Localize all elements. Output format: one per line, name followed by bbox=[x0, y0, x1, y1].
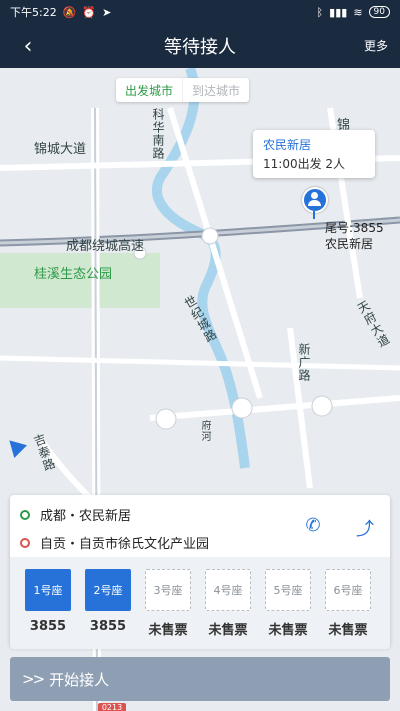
origin-row: 成都・农民新居 bbox=[20, 505, 131, 524]
title-bar: ‹ 等待接人 更多 bbox=[0, 24, 400, 68]
wifi-icon: ≋ bbox=[353, 5, 363, 19]
battery-indicator: 90 bbox=[368, 6, 390, 18]
passenger-marker-label: 尾号:3855 农民新居 bbox=[325, 220, 384, 252]
origin-text: 成都・农民新居 bbox=[40, 509, 132, 524]
chevron-left-icon[interactable]: ‹ bbox=[14, 32, 42, 60]
city-tabs: 出发城市 到达城市 bbox=[116, 78, 250, 102]
popup-info: 11:00出发 2人 bbox=[263, 157, 346, 171]
bluetooth-icon: ᛒ bbox=[316, 5, 324, 19]
origin-dot-icon bbox=[20, 509, 30, 520]
location-status-icon: ➤ bbox=[102, 5, 112, 19]
map-label-xingang-road: 新广路 bbox=[297, 343, 311, 382]
tail-number: 尾号:3855 bbox=[325, 221, 384, 235]
seat-status-5: 未售票 bbox=[268, 623, 308, 638]
seat-1[interactable]: 1号座 bbox=[25, 569, 71, 611]
alarm-icon: ⏰ bbox=[82, 5, 97, 19]
seat-4[interactable]: 4号座 bbox=[205, 569, 251, 611]
seat-status-4: 未售票 bbox=[208, 623, 248, 638]
mute-icon: 🔕 bbox=[62, 5, 77, 19]
map-label-fuhe: 府河 bbox=[199, 420, 210, 442]
seat-6[interactable]: 6号座 bbox=[325, 569, 371, 611]
start-pickup-label: 开始接人 bbox=[49, 670, 110, 689]
phone-icon[interactable]: ✆ bbox=[302, 515, 324, 537]
page-title: 等待接人 bbox=[164, 37, 236, 58]
destination-dot-icon bbox=[20, 537, 30, 548]
route-card: 成都・农民新居 自贡・自贡市徐氏文化产业园 ✆ ⤴ 1号座 3855 2号座 3855… bbox=[10, 495, 390, 649]
navigate-icon[interactable]: ⤴ bbox=[354, 515, 376, 540]
seat-status-1: 3855 bbox=[29, 619, 67, 634]
seat-strip: 1号座 3855 2号座 3855 3号座未售票 4号座未售票 5号座未售票 6号座未售票 bbox=[10, 550, 390, 649]
seat-pointer-2 bbox=[102, 550, 116, 557]
map-label-guixi-park: 桂溪生态公园 bbox=[34, 267, 113, 282]
status-time: 下午5:22 bbox=[10, 6, 57, 19]
destination-text: 自贡・自贡市徐氏文化产业园 bbox=[40, 537, 210, 552]
popup-place: 农民新居 bbox=[263, 138, 312, 152]
status-bar: 下午5:22 🔕 ⏰ ➤ ᛒ ▮▮▮ ≋ 90 bbox=[0, 0, 400, 24]
person-pin-icon[interactable] bbox=[302, 187, 328, 219]
tab-arrival-city[interactable]: 到达城市 bbox=[182, 78, 249, 102]
seat-pointer-1 bbox=[38, 550, 52, 557]
pickup-info-popup[interactable]: 农民新居 11:00出发 2人 bbox=[253, 130, 375, 178]
road-number-tag: 0213 bbox=[98, 703, 126, 711]
more-button[interactable]: 更多 bbox=[364, 37, 388, 54]
start-pickup-button[interactable]: >> 开始接人 bbox=[10, 657, 390, 701]
seat-status-3: 未售票 bbox=[148, 623, 188, 638]
tab-departure-city[interactable]: 出发城市 bbox=[116, 78, 182, 102]
seat-3[interactable]: 3号座 bbox=[145, 569, 191, 611]
seat-status-6: 未售票 bbox=[328, 623, 368, 638]
map-label-ring-expressway: 成都绕城高速 bbox=[66, 239, 145, 254]
signal-icon: ▮▮▮ bbox=[329, 5, 348, 19]
tail-place: 农民新居 bbox=[325, 237, 374, 251]
double-chevron-right-icon: >> bbox=[22, 670, 45, 688]
map-label-jincheng-road: 锦城大道 bbox=[34, 142, 87, 157]
seat-2[interactable]: 2号座 bbox=[85, 569, 131, 611]
seat-status-2: 3855 bbox=[89, 619, 127, 634]
seat-5[interactable]: 5号座 bbox=[265, 569, 311, 611]
map-label-river-road: 科华南路 bbox=[151, 108, 165, 160]
